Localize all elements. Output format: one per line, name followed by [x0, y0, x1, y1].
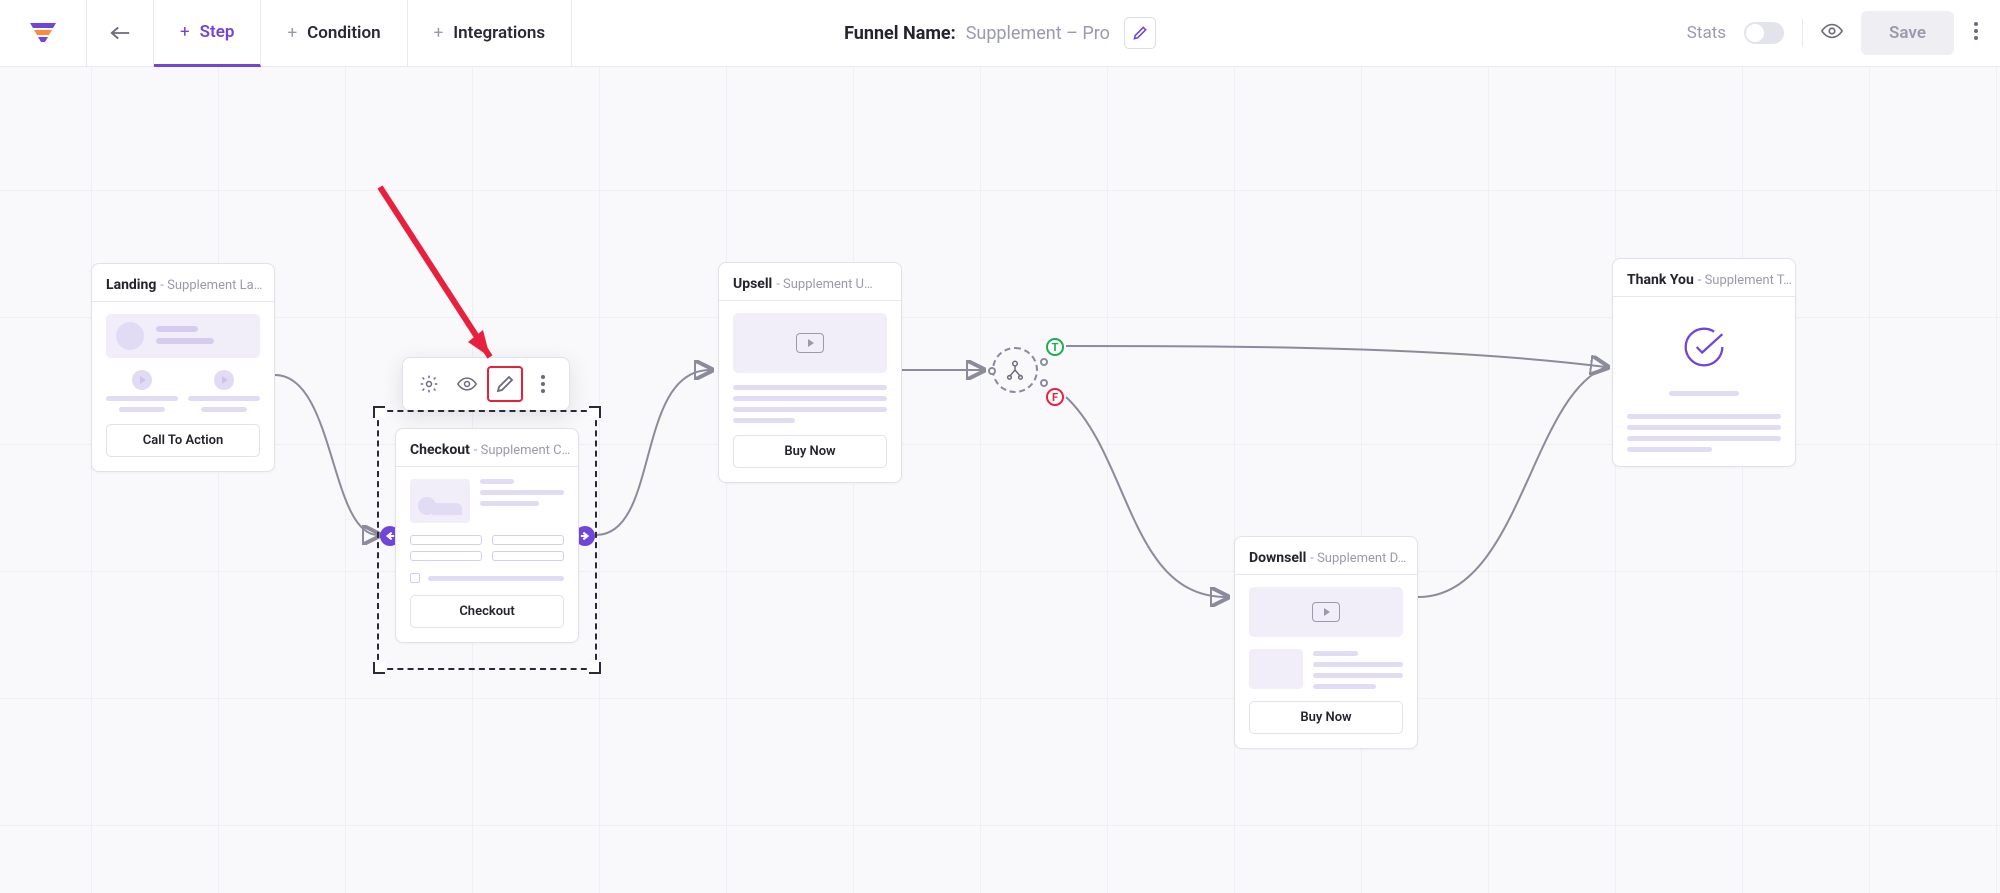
node-title: Downsell: [1249, 550, 1306, 566]
tab-label: Condition: [307, 23, 380, 43]
checkbox-icon: [410, 573, 420, 583]
app-logo: [0, 0, 87, 67]
play-icon: [214, 370, 234, 390]
play-icon: [1312, 602, 1340, 622]
node-header: Checkout - Supplement C…: [396, 429, 578, 467]
skeleton-banner: [106, 314, 260, 358]
node-subtitle: - Supplement C…: [474, 443, 570, 458]
topbar: + Step + Condition + Integrations Funnel…: [0, 0, 2000, 67]
node-preview-button[interactable]: [449, 366, 485, 402]
node-landing[interactable]: Landing - Supplement La… Call To Action: [91, 263, 275, 472]
back-button[interactable]: [87, 0, 154, 67]
node-title: Upsell: [733, 276, 772, 292]
skeleton-video: [733, 313, 887, 373]
node-upsell[interactable]: Upsell - Supplement U… Buy Now: [718, 262, 902, 483]
annotation-arrow: [370, 182, 530, 382]
tab-step[interactable]: + Step: [154, 0, 261, 67]
tab-condition[interactable]: + Condition: [261, 0, 407, 67]
condition-port-false[interactable]: F: [1046, 388, 1064, 406]
node-downsell[interactable]: Downsell - Supplement D… Buy Now: [1234, 536, 1418, 749]
node-more-button[interactable]: [525, 366, 561, 402]
canvas[interactable]: Landing - Supplement La… Call To Action: [0, 67, 2000, 893]
stats-toggle[interactable]: [1744, 22, 1784, 44]
node-subtitle: - Supplement La…: [160, 278, 262, 293]
stats-label: Stats: [1687, 23, 1726, 43]
node-cta: Call To Action: [106, 424, 260, 457]
node-checkout[interactable]: Checkout - Supplement C… Checkout: [395, 428, 579, 643]
condition-dot: [1040, 358, 1048, 366]
tab-label: Step: [200, 22, 235, 42]
condition-port-in[interactable]: [988, 367, 996, 375]
node-toolbar: [402, 357, 570, 411]
funnel-name-group: Funnel Name: Supplement – Pro: [844, 17, 1156, 49]
tab-integrations[interactable]: + Integrations: [408, 0, 573, 67]
node-condition[interactable]: [992, 347, 1038, 393]
save-label: Save: [1889, 23, 1926, 43]
node-header: Landing - Supplement La…: [92, 264, 274, 302]
node-settings-button[interactable]: [411, 366, 447, 402]
header-right: Stats Save: [1687, 11, 2000, 55]
play-icon: [132, 370, 152, 390]
node-cta: Buy Now: [733, 435, 887, 468]
node-edit-button[interactable]: [487, 366, 523, 402]
node-title: Landing: [106, 277, 156, 293]
node-subtitle: - Supplement U…: [776, 277, 872, 292]
node-thankyou[interactable]: Thank You - Supplement T…: [1612, 258, 1796, 467]
node-cta: Checkout: [410, 595, 564, 628]
edit-funnel-name-button[interactable]: [1124, 17, 1156, 49]
node-header: Upsell - Supplement U…: [719, 263, 901, 301]
plus-icon: +: [180, 22, 190, 42]
save-button[interactable]: Save: [1861, 11, 1954, 55]
skeleton-image: [1249, 649, 1303, 689]
connections: [0, 67, 2000, 893]
play-icon: [796, 333, 824, 353]
toolbar-tabs: + Step + Condition + Integrations: [154, 0, 572, 67]
condition-dot: [1040, 379, 1048, 387]
checkmark-icon: [1627, 309, 1781, 379]
preview-button[interactable]: [1821, 23, 1843, 43]
more-menu-button[interactable]: [1972, 16, 1980, 50]
node-cta: Buy Now: [1249, 701, 1403, 734]
node-header: Downsell - Supplement D…: [1235, 537, 1417, 575]
plus-icon: +: [434, 23, 444, 43]
tab-label: Integrations: [453, 23, 545, 43]
skeleton-video: [1249, 587, 1403, 637]
skeleton-image: [410, 479, 470, 523]
divider: [1802, 19, 1803, 47]
funnel-name-label: Funnel Name:: [844, 23, 956, 44]
condition-port-true[interactable]: T: [1046, 338, 1064, 356]
node-subtitle: - Supplement T…: [1698, 273, 1792, 288]
plus-icon: +: [287, 23, 297, 43]
node-title: Thank You: [1627, 272, 1694, 288]
funnel-name-value: Supplement – Pro: [966, 23, 1110, 44]
node-title: Checkout: [410, 442, 470, 458]
node-header: Thank You - Supplement T…: [1613, 259, 1795, 297]
node-subtitle: - Supplement D…: [1310, 551, 1406, 566]
